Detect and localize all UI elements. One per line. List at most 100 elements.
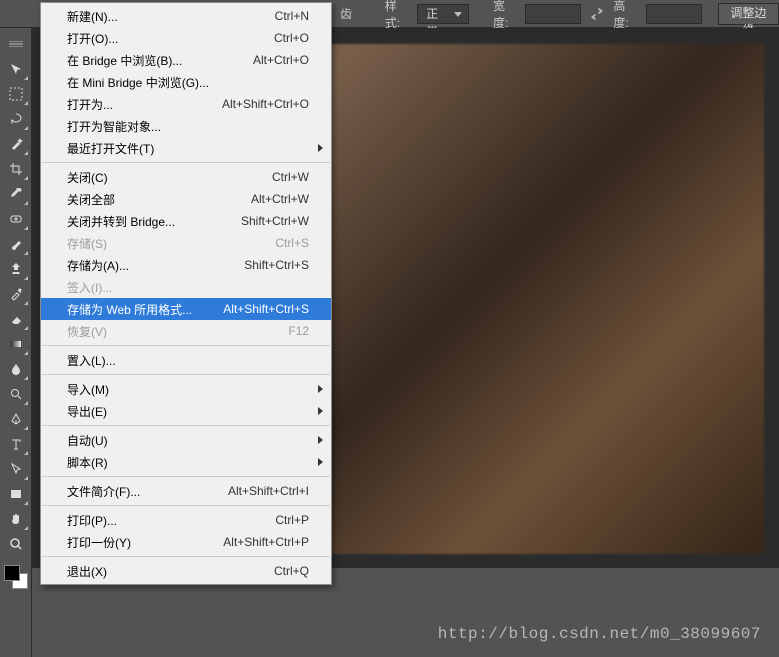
menu-separator — [42, 162, 330, 163]
brush-tool[interactable] — [3, 232, 29, 256]
submenu-arrow-icon — [318, 385, 323, 393]
eraser-tool[interactable] — [3, 307, 29, 331]
submenu-arrow-icon — [318, 436, 323, 444]
hand-tool[interactable] — [3, 507, 29, 531]
menu-item-label: 关闭全部 — [67, 191, 115, 208]
eyedropper-tool[interactable] — [3, 182, 29, 206]
menu-separator — [42, 345, 330, 346]
height-input[interactable] — [646, 4, 702, 24]
menu-item-export[interactable]: 导出(E) — [41, 400, 331, 422]
height-label: 高度: — [613, 0, 635, 31]
swap-dimensions-icon[interactable] — [589, 7, 605, 21]
menu-item-label: 恢复(V) — [67, 323, 107, 340]
menu-item-shortcut: Alt+Shift+Ctrl+O — [222, 97, 309, 111]
menu-item-save-as[interactable]: 存储为(A)...Shift+Ctrl+S — [41, 254, 331, 276]
menu-item-label: 在 Mini Bridge 中浏览(G)... — [67, 74, 209, 91]
grip-icon[interactable] — [3, 32, 29, 56]
menu-separator — [42, 505, 330, 506]
menu-item-print[interactable]: 打印(P)...Ctrl+P — [41, 509, 331, 531]
menu-separator — [42, 556, 330, 557]
menu-item-shortcut: Alt+Ctrl+W — [251, 192, 309, 206]
magic-wand-tool[interactable] — [3, 132, 29, 156]
menu-item-place[interactable]: 置入(L)... — [41, 349, 331, 371]
menu-item-label: 退出(X) — [67, 563, 107, 580]
menu-item-shortcut: Ctrl+S — [275, 236, 309, 250]
menu-separator — [42, 374, 330, 375]
menu-item-exit[interactable]: 退出(X) Ctrl+Q — [41, 560, 331, 582]
healing-brush-tool[interactable] — [3, 207, 29, 231]
refine-edge-button[interactable]: 调整边缘 — [718, 3, 779, 25]
menu-item-label: 自动(U) — [67, 432, 108, 449]
style-dropdown[interactable]: 正常 — [417, 4, 469, 24]
menu-item-import[interactable]: 导入(M) — [41, 378, 331, 400]
menu-item-label: 置入(L)... — [67, 352, 116, 369]
menu-item-shortcut: Alt+Ctrl+O — [253, 53, 309, 67]
menu-item-close[interactable]: 关闭(C) Ctrl+W — [41, 166, 331, 188]
menu-item-recent[interactable]: 最近打开文件(T) — [41, 137, 331, 159]
zoom-tool[interactable] — [3, 532, 29, 556]
menu-item-shortcut: Ctrl+P — [275, 513, 309, 527]
menu-item-shortcut: Alt+Shift+Ctrl+S — [223, 302, 309, 316]
menu-item-open-smart[interactable]: 打开为智能对象... — [41, 115, 331, 137]
menu-item-open[interactable]: 打开(O)... Ctrl+O — [41, 27, 331, 49]
menu-item-label: 最近打开文件(T) — [67, 140, 154, 157]
menu-item-automate[interactable]: 自动(U) — [41, 429, 331, 451]
menu-item-label: 新建(N)... — [67, 8, 118, 25]
menu-item-shortcut: Ctrl+N — [275, 9, 309, 23]
menu-item-shortcut: Alt+Shift+Ctrl+P — [223, 535, 309, 549]
menu-item-open-as[interactable]: 打开为... Alt+Shift+Ctrl+O — [41, 93, 331, 115]
menu-item-label: 存储(S) — [67, 235, 107, 252]
move-tool[interactable] — [3, 57, 29, 81]
menu-item-check-in: 签入(I)... — [41, 276, 331, 298]
menu-item-label: 关闭并转到 Bridge... — [67, 213, 175, 230]
menu-item-browse-mini-bridge[interactable]: 在 Mini Bridge 中浏览(G)... — [41, 71, 331, 93]
type-tool[interactable] — [3, 432, 29, 456]
menu-item-label: 在 Bridge 中浏览(B)... — [67, 52, 182, 69]
menu-item-print-one[interactable]: 打印一份(Y) Alt+Shift+Ctrl+P — [41, 531, 331, 553]
menu-item-save-for-web[interactable]: 存储为 Web 所用格式... Alt+Shift+Ctrl+S — [41, 298, 331, 320]
menu-separator — [42, 476, 330, 477]
pen-tool[interactable] — [3, 407, 29, 431]
menu-item-scripts[interactable]: 脚本(R) — [41, 451, 331, 473]
menu-item-label: 打开为... — [67, 96, 113, 113]
menu-item-shortcut: Ctrl+O — [274, 31, 309, 45]
menu-item-new[interactable]: 新建(N)... Ctrl+N — [41, 5, 331, 27]
foreground-swatch[interactable] — [4, 565, 20, 581]
menu-item-label: 签入(I)... — [67, 279, 112, 296]
menu-item-close-to-bridge[interactable]: 关闭并转到 Bridge... Shift+Ctrl+W — [41, 210, 331, 232]
marquee-tool[interactable] — [3, 82, 29, 106]
menu-item-label: 导出(E) — [67, 403, 107, 420]
gradient-tool[interactable] — [3, 332, 29, 356]
menu-item-shortcut: Shift+Ctrl+W — [241, 214, 309, 228]
menu-item-label: 打开(O)... — [67, 30, 118, 47]
path-select-tool[interactable] — [3, 457, 29, 481]
menu-item-browse-in-bridge[interactable]: 在 Bridge 中浏览(B)... Alt+Ctrl+O — [41, 49, 331, 71]
submenu-arrow-icon — [318, 144, 323, 152]
rectangle-tool[interactable] — [3, 482, 29, 506]
menu-separator — [42, 425, 330, 426]
crop-tool[interactable] — [3, 157, 29, 181]
clone-stamp-tool[interactable] — [3, 257, 29, 281]
toolbox — [0, 28, 32, 657]
menu-item-label: 存储为(A)... — [67, 257, 129, 274]
lasso-tool[interactable] — [3, 107, 29, 131]
menu-item-label: 脚本(R) — [67, 454, 108, 471]
menu-item-save: 存储(S) Ctrl+S — [41, 232, 331, 254]
menu-item-shortcut: Ctrl+Q — [274, 564, 309, 578]
menu-item-close-all[interactable]: 关闭全部 Alt+Ctrl+W — [41, 188, 331, 210]
blur-tool[interactable] — [3, 357, 29, 381]
menu-item-label: 关闭(C) — [67, 169, 108, 186]
history-brush-tool[interactable] — [3, 282, 29, 306]
menu-item-label: 文件简介(F)... — [67, 483, 140, 500]
color-swatches[interactable] — [2, 563, 30, 591]
dodge-tool[interactable] — [3, 382, 29, 406]
style-label: 样式: — [385, 0, 407, 31]
width-label: 宽度: — [493, 0, 515, 31]
width-input[interactable] — [525, 4, 581, 24]
menu-item-label: 打开为智能对象... — [67, 118, 161, 135]
menu-item-shortcut: Ctrl+W — [272, 170, 309, 184]
submenu-arrow-icon — [318, 407, 323, 415]
menu-item-label: 存储为 Web 所用格式... — [67, 301, 192, 318]
menu-item-label: 打印一份(Y) — [67, 534, 131, 551]
menu-item-file-info[interactable]: 文件简介(F)...Alt+Shift+Ctrl+I — [41, 480, 331, 502]
